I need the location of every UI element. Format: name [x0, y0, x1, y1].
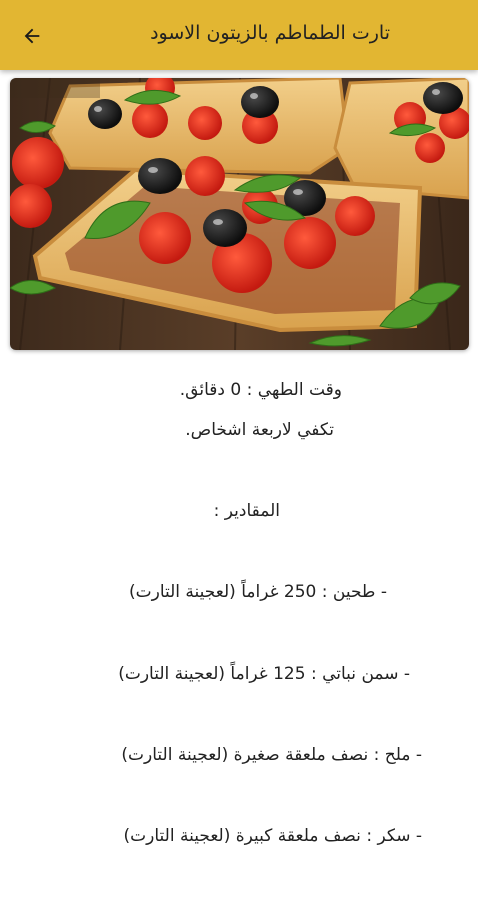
ingredient-item: - سكر : نصف ملعقة كبيرة (لعجينة التارت) [123, 826, 422, 846]
servings: تكفي لاربعة اشخاص. [185, 420, 334, 440]
cooking-time: وقت الطهي : 0 دقائق. [179, 380, 342, 400]
ingredients-heading: المقادير : [213, 501, 280, 521]
page-title: تارت الطماطم بالزيتون الاسود [150, 22, 390, 44]
back-button[interactable] [14, 18, 50, 54]
ingredient-item: - ملح : نصف ملعقة صغيرة (لعجينة التارت) [121, 745, 422, 765]
ingredient-item: - طحين : 250 غراماً (لعجينة التارت) [128, 582, 387, 602]
app-bar: تارت الطماطم بالزيتون الاسود [0, 0, 478, 70]
recipe-photo [10, 78, 469, 350]
ingredient-item: - سمن نباتي : 125 غراماً (لعجينة التارت) [118, 664, 410, 684]
arrow-left-icon [24, 28, 40, 44]
